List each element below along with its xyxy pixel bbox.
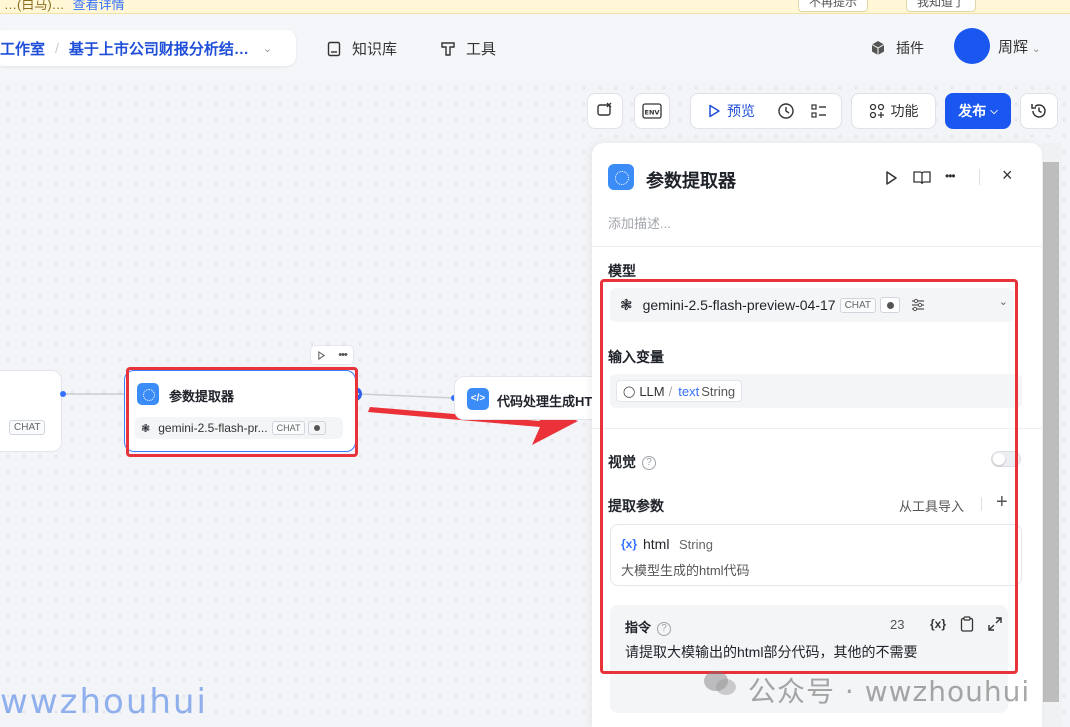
close-icon[interactable]: × [1002, 165, 1013, 186]
divider [592, 246, 1042, 247]
more-icon[interactable]: ••• [945, 169, 956, 183]
book-open-icon[interactable] [913, 170, 931, 186]
node-title: 代码处理生成HTM [497, 394, 604, 409]
code-icon: </> [467, 388, 489, 410]
code-node[interactable]: </> 代码处理生成HTM [454, 376, 614, 420]
description-input[interactable]: 添加描述... [608, 213, 671, 232]
watermark-left: wwzhouhui [0, 682, 208, 722]
play-icon[interactable] [317, 350, 326, 360]
more-icon[interactable]: ••• [338, 349, 348, 361]
extractor-icon [608, 164, 634, 190]
divider [979, 169, 980, 185]
model-label: 模型 [608, 263, 636, 279]
highlight-box-node [126, 367, 358, 457]
wechat-logo-icon [702, 668, 738, 698]
highlight-box-panel [600, 279, 1018, 674]
panel-scrollbar-thumb[interactable] [1043, 162, 1059, 702]
play-icon[interactable] [883, 170, 899, 186]
watermark-right: 公众号 · wwzhouhui [748, 675, 1031, 708]
panel-title[interactable]: 参数提取器 [646, 167, 736, 193]
node-mini-toolbar: ••• [310, 345, 354, 365]
